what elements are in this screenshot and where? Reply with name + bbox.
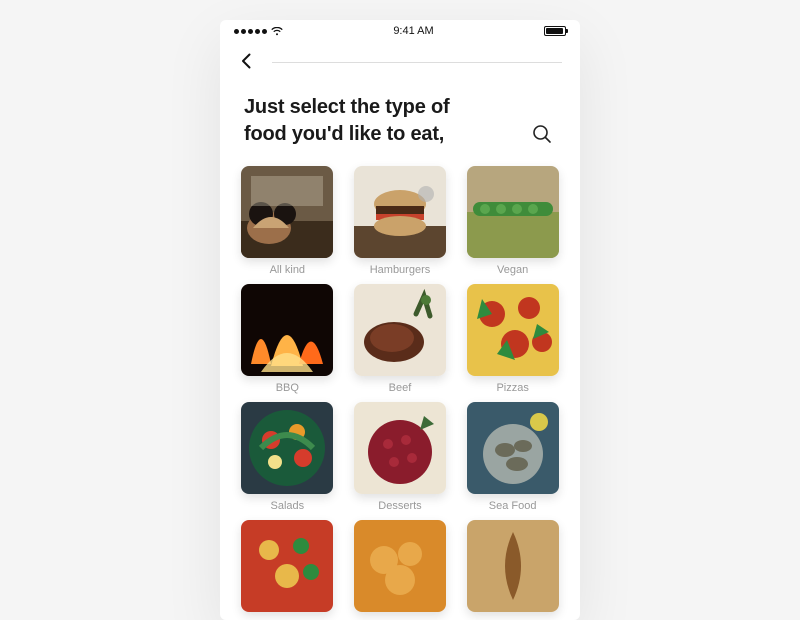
category-thumb bbox=[241, 284, 333, 376]
category-thumb bbox=[354, 402, 446, 494]
category-label: Salads bbox=[240, 500, 335, 512]
back-button[interactable] bbox=[238, 52, 256, 70]
category-thumb bbox=[467, 284, 559, 376]
category-label: BBQ bbox=[240, 382, 335, 394]
phone-frame: 9:41 AM Just select the type of food you… bbox=[220, 20, 580, 620]
chevron-left-icon bbox=[238, 52, 256, 70]
category-grid: All kind Hamburgers Vegan BBQ Beef bbox=[220, 158, 580, 558]
category-item[interactable] bbox=[240, 520, 335, 618]
category-label: Vegan bbox=[465, 264, 560, 276]
status-left bbox=[234, 27, 283, 36]
category-thumb bbox=[354, 520, 446, 612]
category-thumb bbox=[467, 166, 559, 258]
category-thumb bbox=[467, 402, 559, 494]
category-thumb bbox=[354, 166, 446, 258]
status-right bbox=[544, 26, 566, 36]
signal-dots-icon bbox=[234, 29, 267, 34]
page-title: Just select the type of food you'd like … bbox=[244, 94, 464, 148]
category-pizzas[interactable]: Pizzas bbox=[465, 284, 560, 394]
category-desserts[interactable]: Desserts bbox=[353, 402, 448, 512]
category-label: Hamburgers bbox=[353, 264, 448, 276]
category-thumb bbox=[241, 166, 333, 258]
search-button[interactable] bbox=[528, 120, 556, 148]
category-salads[interactable]: Salads bbox=[240, 402, 335, 512]
category-label: Pizzas bbox=[465, 382, 560, 394]
nav-divider bbox=[272, 62, 562, 63]
battery-icon bbox=[544, 26, 566, 36]
status-bar: 9:41 AM bbox=[220, 20, 580, 42]
category-vegan[interactable]: Vegan bbox=[465, 166, 560, 276]
category-thumb bbox=[241, 402, 333, 494]
category-all-kind[interactable]: All kind bbox=[240, 166, 335, 276]
category-label: All kind bbox=[240, 264, 335, 276]
category-beef[interactable]: Beef bbox=[353, 284, 448, 394]
nav-row bbox=[220, 42, 580, 74]
category-sea-food[interactable]: Sea Food bbox=[465, 402, 560, 512]
search-icon bbox=[530, 122, 554, 146]
wifi-icon bbox=[271, 27, 283, 36]
category-label: Desserts bbox=[353, 500, 448, 512]
category-label: Sea Food bbox=[465, 500, 560, 512]
category-item[interactable] bbox=[465, 520, 560, 618]
category-bbq[interactable]: BBQ bbox=[240, 284, 335, 394]
category-thumb bbox=[354, 284, 446, 376]
heading-row: Just select the type of food you'd like … bbox=[220, 74, 580, 158]
category-thumb bbox=[467, 520, 559, 612]
category-label: Beef bbox=[353, 382, 448, 394]
category-thumb bbox=[241, 520, 333, 612]
category-item[interactable] bbox=[353, 520, 448, 618]
status-time: 9:41 AM bbox=[393, 25, 433, 37]
category-hamburgers[interactable]: Hamburgers bbox=[353, 166, 448, 276]
